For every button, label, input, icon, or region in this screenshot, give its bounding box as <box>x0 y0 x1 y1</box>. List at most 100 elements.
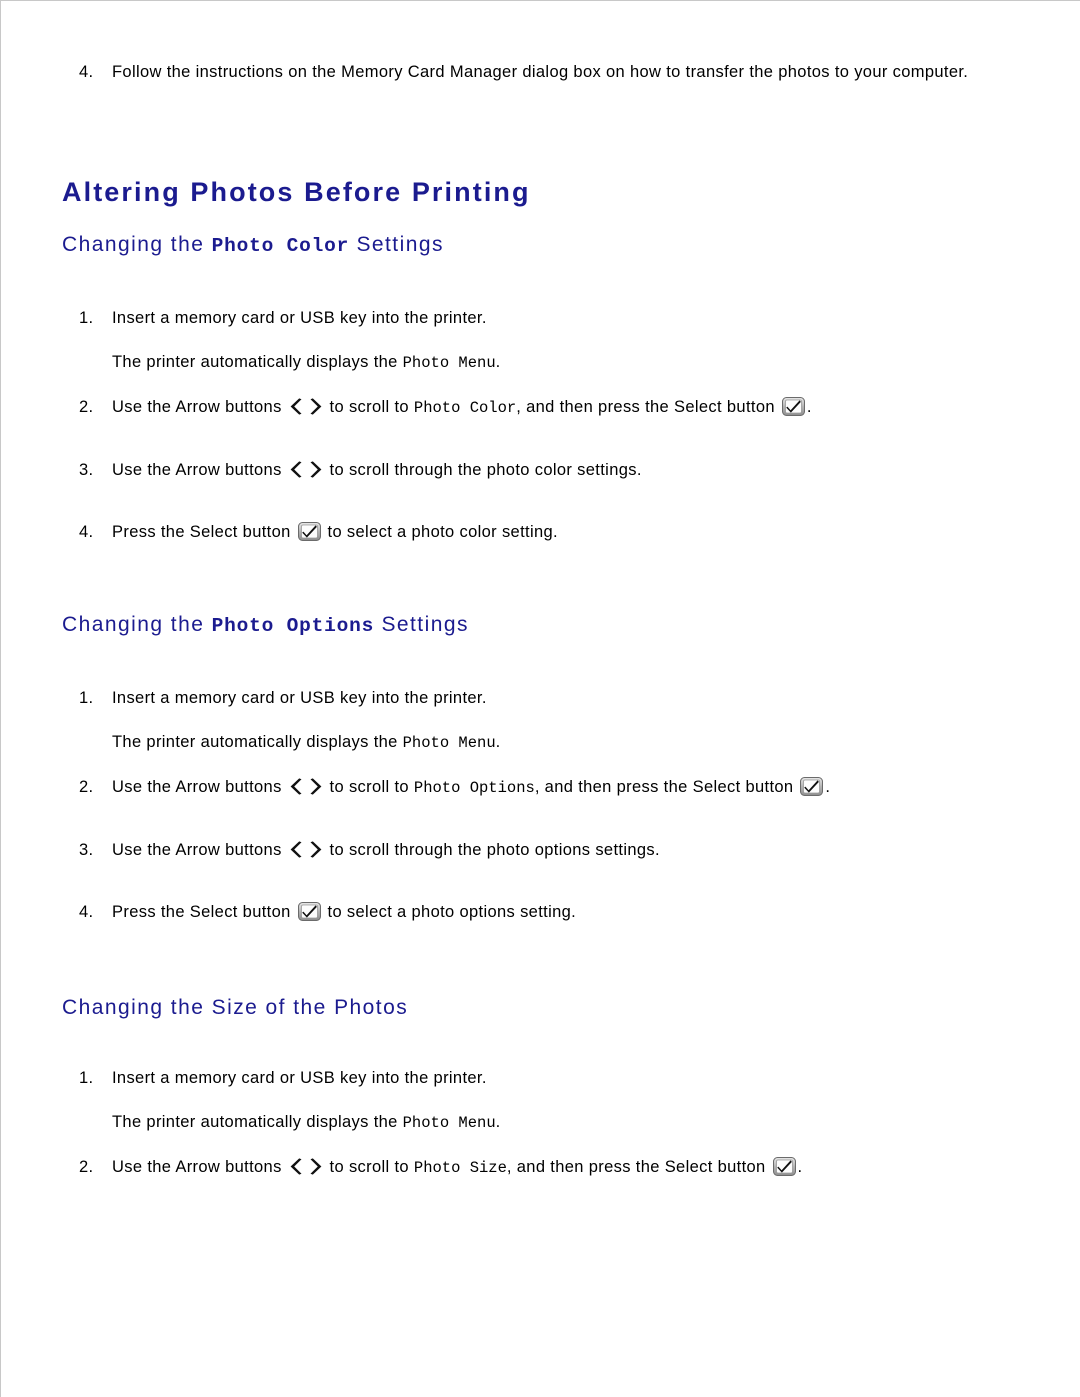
arrow-buttons-icon[interactable] <box>288 778 324 795</box>
step-item: 2. Use the Arrow buttons to scroll to Ph… <box>79 776 979 799</box>
steps-photo-options: 1. Insert a memory card or USB key into … <box>79 687 979 924</box>
step-text-after-select: . <box>825 778 831 797</box>
step-text-before-select: Press the Select button <box>112 903 296 922</box>
step-text-before-arrows: Use the Arrow buttons <box>112 778 287 797</box>
step-item: 1. Insert a memory card or USB key into … <box>79 1067 979 1089</box>
select-button-icon[interactable] <box>297 522 321 542</box>
section-heading-photo-size: Changing the Size of the Photos <box>62 996 408 1020</box>
arrow-buttons-icon[interactable] <box>288 461 324 478</box>
arrow-buttons-icon[interactable] <box>288 841 324 858</box>
intro-step: 4. Follow the instructions on the Memory… <box>79 61 969 83</box>
select-button-icon[interactable] <box>800 777 824 797</box>
substep-text: The printer automatically displays the P… <box>112 351 979 374</box>
heading-prefix: Changing the <box>62 613 212 636</box>
step-text-before-arrows: Use the Arrow buttons <box>112 461 287 480</box>
arrow-buttons-icon[interactable] <box>288 1158 324 1175</box>
step-item: 1. Insert a memory card or USB key into … <box>79 307 979 329</box>
substep-prefix: The printer automatically displays the <box>112 733 403 752</box>
substep-suffix: . <box>495 1113 501 1132</box>
step-text: Use the Arrow buttons to scroll to Photo… <box>112 396 979 419</box>
step-text-after-arrows: to scroll to <box>324 398 414 417</box>
step-text-before-arrows: Use the Arrow buttons <box>112 1158 287 1177</box>
heading-mono-term: Photo Color <box>211 235 350 257</box>
heading-prefix: Changing the <box>62 233 212 256</box>
step-text: Insert a memory card or USB key into the… <box>112 1069 487 1087</box>
step-number: 4. <box>79 523 94 542</box>
step-number: 3. <box>79 841 94 860</box>
step-text-before-arrows: Use the Arrow buttons <box>112 398 287 417</box>
step-text-after-arrows: to scroll through the photo options sett… <box>324 841 660 860</box>
step-number: 4. <box>79 903 94 922</box>
substep-prefix: The printer automatically displays the <box>112 1113 403 1132</box>
step-number: 3. <box>79 461 94 480</box>
substep-text: The printer automatically displays the P… <box>112 1111 979 1134</box>
substep-mono-term: Photo Menu <box>402 734 496 753</box>
step-text: Press the Select button to select a phot… <box>112 521 979 543</box>
step-text-after-select: to select a photo options setting. <box>322 903 577 922</box>
step-item: 3. Use the Arrow buttons to scroll throu… <box>79 459 979 481</box>
step-text: Use the Arrow buttons to scroll to Photo… <box>112 1156 979 1179</box>
step-text-after-term: , and then press the Select button <box>506 1158 771 1177</box>
heading-mono-term: Photo Options <box>211 615 375 637</box>
intro-step-number: 4. <box>79 63 94 81</box>
step-mono-term: Photo Size <box>413 1159 507 1178</box>
steps-photo-color: 1. Insert a memory card or USB key into … <box>79 307 979 544</box>
heading-suffix: Settings <box>349 233 444 256</box>
step-item: 4. Press the Select button to select a p… <box>79 521 979 543</box>
page-title: Altering Photos Before Printing <box>62 177 531 207</box>
step-text: Insert a memory card or USB key into the… <box>112 309 487 327</box>
step-number: 1. <box>79 689 94 707</box>
step-number: 2. <box>79 778 94 797</box>
step-number: 2. <box>79 1158 94 1177</box>
step-text: Use the Arrow buttons to scroll to Photo… <box>112 776 979 799</box>
step-text-after-arrows: to scroll to <box>324 778 414 797</box>
step-item: 3. Use the Arrow buttons to scroll throu… <box>79 839 979 861</box>
substep-text: The printer automatically displays the P… <box>112 731 979 754</box>
select-button-icon[interactable] <box>781 397 805 417</box>
step-number: 2. <box>79 398 94 417</box>
step-text-after-select: . <box>797 1158 803 1177</box>
select-button-icon[interactable] <box>297 902 321 922</box>
step-text: Insert a memory card or USB key into the… <box>112 689 487 707</box>
intro-step-text: Follow the instructions on the Memory Ca… <box>112 63 969 81</box>
steps-photo-size: 1. Insert a memory card or USB key into … <box>79 1067 979 1179</box>
step-item: 2. Use the Arrow buttons to scroll to Ph… <box>79 396 979 419</box>
step-item: 2. Use the Arrow buttons to scroll to Ph… <box>79 1156 979 1179</box>
step-text-after-select: to select a photo color setting. <box>322 523 558 542</box>
step-text-after-arrows: to scroll to <box>324 1158 414 1177</box>
step-text: Press the Select button to select a phot… <box>112 901 979 923</box>
substep-suffix: . <box>495 353 501 372</box>
section-heading-photo-options: Changing the Photo Options Settings <box>62 613 469 637</box>
arrow-buttons-icon[interactable] <box>288 398 324 415</box>
step-text: Use the Arrow buttons to scroll through … <box>112 459 979 481</box>
heading-suffix: Settings <box>374 613 469 636</box>
step-number: 1. <box>79 1069 94 1087</box>
step-mono-term: Photo Options <box>413 779 535 798</box>
section-heading-photo-color: Changing the Photo Color Settings <box>62 233 444 257</box>
substep-suffix: . <box>495 733 501 752</box>
document-page: 4. Follow the instructions on the Memory… <box>0 0 1080 1397</box>
step-item: 1. Insert a memory card or USB key into … <box>79 687 979 709</box>
step-text-after-arrows: to scroll through the photo color settin… <box>324 461 642 480</box>
step-text-before-arrows: Use the Arrow buttons <box>112 841 287 860</box>
step-item: 4. Press the Select button to select a p… <box>79 901 979 923</box>
step-text-before-select: Press the Select button <box>112 523 296 542</box>
select-button-icon[interactable] <box>772 1157 796 1177</box>
substep-prefix: The printer automatically displays the <box>112 353 403 372</box>
step-text-after-term: , and then press the Select button <box>534 778 799 797</box>
heading-prefix: Changing the Size of the Photos <box>62 996 409 1019</box>
step-text-after-term: , and then press the Select button <box>516 398 780 417</box>
step-text: Use the Arrow buttons to scroll through … <box>112 839 979 861</box>
step-number: 1. <box>79 309 94 327</box>
substep-mono-term: Photo Menu <box>402 1114 496 1133</box>
step-text-after-select: . <box>806 398 812 417</box>
